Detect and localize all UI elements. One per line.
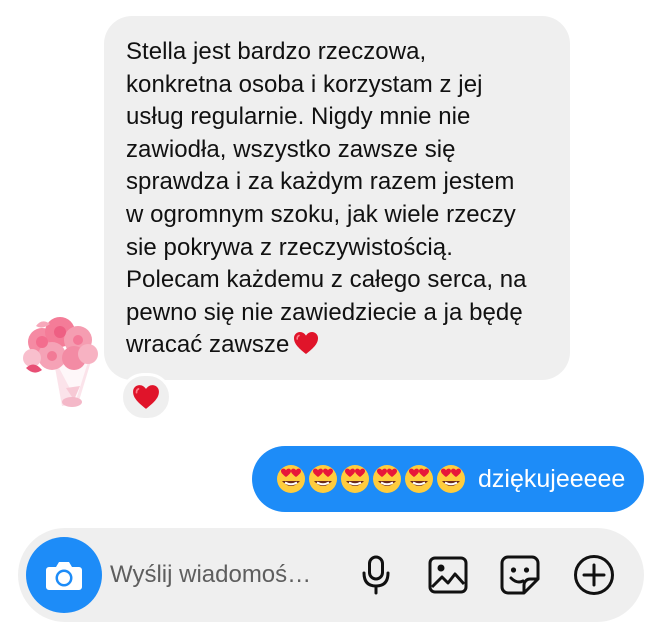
gallery-icon xyxy=(428,556,468,594)
sender-avatar-bouquet[interactable] xyxy=(14,300,106,418)
heart-eyes-emoji-icon xyxy=(277,465,305,493)
message-line: konkretna osoba i korzystam z jej xyxy=(126,70,483,98)
heart-eyes-emoji-icon xyxy=(405,465,433,493)
camera-icon xyxy=(46,562,82,590)
outgoing-message-bubble[interactable]: dziękujeeeee xyxy=(252,446,644,512)
camera-button[interactable] xyxy=(26,537,102,613)
message-composer xyxy=(18,528,644,622)
add-button[interactable] xyxy=(572,553,616,597)
message-input[interactable] xyxy=(110,558,340,592)
message-line: w ogromnym szoku, jak wiele rzeczy xyxy=(126,200,516,228)
emoji-group xyxy=(276,464,466,494)
message-line: Stella jest bardzo rzeczowa, xyxy=(126,38,427,65)
message-line-last: wracać zawsze xyxy=(126,329,550,362)
message-line: pewno się nie zawiedziecie a ja będę xyxy=(126,298,523,326)
red-heart-icon xyxy=(133,385,159,409)
sticker-button[interactable] xyxy=(498,553,542,597)
message-line: sprawdza i za każdym razem jestem xyxy=(126,168,515,196)
microphone-icon xyxy=(362,555,390,595)
message-line: sie pokrywa z rzeczywistością. xyxy=(126,233,453,261)
heart-eyes-emoji-icon xyxy=(341,465,369,493)
red-heart-icon xyxy=(294,332,319,355)
microphone-button[interactable] xyxy=(354,553,398,597)
message-line: zawiodła, wszystko zawsze się xyxy=(126,135,456,163)
heart-eyes-emoji-icon xyxy=(437,465,465,493)
outgoing-message-text: dziękujeeeee xyxy=(478,464,626,493)
heart-reaction-badge[interactable] xyxy=(120,373,172,421)
message-line-text: wracać zawsze xyxy=(126,331,290,359)
message-line: usług regularnie. Nigdy mnie nie xyxy=(126,103,471,131)
heart-eyes-emoji-icon xyxy=(309,465,337,493)
add-icon xyxy=(574,555,614,595)
heart-eyes-emoji-icon xyxy=(373,465,401,493)
sticker-icon xyxy=(500,555,540,595)
message-line: Polecam każdemu z całego serca, na xyxy=(126,266,527,294)
incoming-message-bubble[interactable]: Stella jest bardzo rzeczowa, konkretna o… xyxy=(104,16,570,380)
gallery-button[interactable] xyxy=(426,553,470,597)
